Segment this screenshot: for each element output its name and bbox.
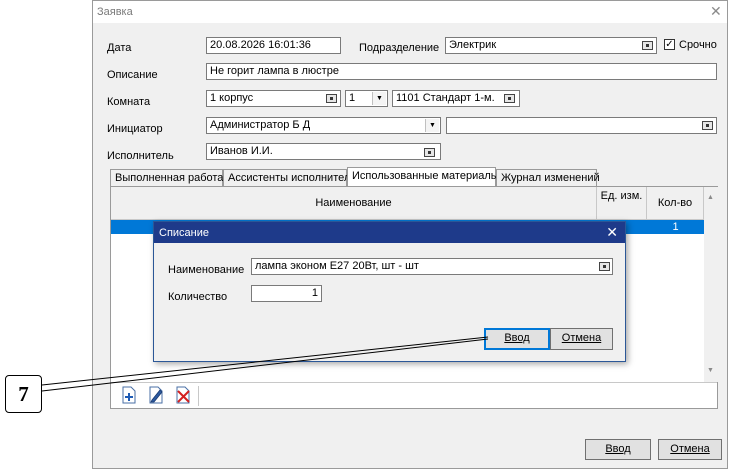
callout-leader-line [41,336,489,392]
callout-number: 7 [5,375,42,413]
